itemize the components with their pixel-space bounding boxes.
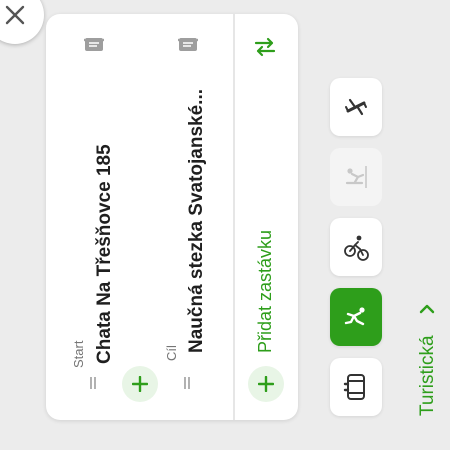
drag-handle-icon[interactable]: [182, 376, 192, 390]
end-label: Cíl: [164, 345, 179, 361]
insert-stop-button[interactable]: [122, 366, 158, 402]
route-panel: Start Chata Na Třešňovce 185 Cíl Naučná …: [46, 14, 298, 420]
divider: [233, 14, 235, 420]
hiker-icon: [344, 307, 365, 326]
close-icon: [5, 5, 25, 25]
mode-button-car[interactable]: [330, 358, 382, 416]
add-stop-plus-button[interactable]: [248, 366, 284, 402]
note-icon[interactable]: [178, 36, 198, 54]
mode-button-flight[interactable]: [330, 78, 382, 136]
chevron-right-icon[interactable]: [418, 300, 436, 318]
plane-icon: [345, 98, 367, 116]
start-field[interactable]: Chata Na Třešňovce 185: [94, 144, 116, 364]
skier-icon: [345, 166, 367, 188]
car-icon: [343, 374, 365, 400]
mode-button-bike[interactable]: [330, 218, 382, 276]
drag-handle-icon[interactable]: [88, 376, 98, 390]
mode-button-ski[interactable]: [330, 148, 382, 206]
plus-icon: [132, 376, 148, 392]
start-label: Start: [71, 340, 86, 368]
note-icon[interactable]: [84, 36, 104, 54]
cyclist-icon: [344, 235, 369, 261]
add-stop-button[interactable]: Přidat zastávku: [255, 230, 276, 353]
mode-button-walk[interactable]: [330, 288, 382, 346]
swap-icon[interactable]: [254, 36, 276, 58]
close-button[interactable]: [0, 0, 44, 44]
route-type-selector[interactable]: Turistická: [417, 335, 439, 416]
end-field[interactable]: Naučná stezka Svatojanské...: [186, 89, 208, 353]
plus-icon: [258, 376, 274, 392]
